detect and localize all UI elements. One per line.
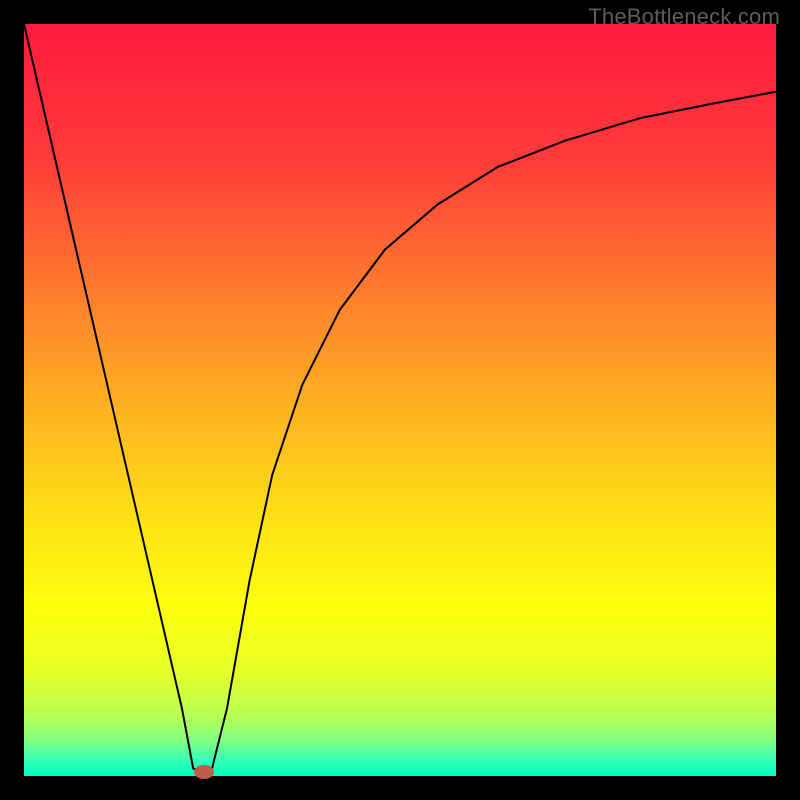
plot-area bbox=[24, 24, 776, 776]
plot-svg bbox=[24, 24, 776, 776]
chart-frame: TheBottleneck.com bbox=[0, 0, 800, 800]
optimum-point-marker bbox=[194, 765, 214, 779]
background-gradient bbox=[24, 24, 776, 776]
